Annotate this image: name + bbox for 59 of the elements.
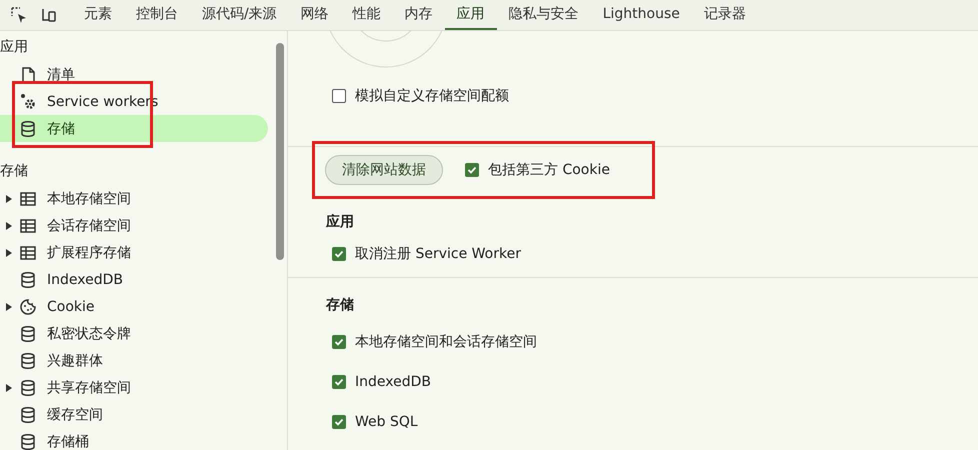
checkbox[interactable] bbox=[332, 415, 346, 429]
sidebar-item[interactable]: 缓存空间 bbox=[0, 401, 268, 428]
checkbox[interactable] bbox=[332, 335, 346, 349]
expand-arrow-icon[interactable] bbox=[5, 248, 13, 256]
checkbox[interactable] bbox=[332, 247, 346, 261]
database-icon bbox=[19, 352, 37, 370]
option-label: 本地存储空间和会话存储空间 bbox=[355, 333, 537, 351]
clear-site-data-button[interactable]: 清除网站数据 bbox=[325, 155, 443, 186]
panel-tab[interactable]: 内存 bbox=[392, 0, 445, 30]
expand-arrow-icon[interactable] bbox=[5, 222, 13, 230]
panel-tab[interactable]: 控制台 bbox=[124, 0, 190, 30]
option-label: 取消注册 Service Worker bbox=[355, 245, 521, 263]
option-label: IndexedDB bbox=[355, 374, 431, 390]
sidebar-item[interactable]: 会话存储空间 bbox=[0, 212, 268, 239]
panel-tab[interactable]: 记录器 bbox=[692, 0, 758, 30]
database-icon bbox=[19, 378, 37, 396]
sidebar-item[interactable]: 私密状态令牌 bbox=[0, 320, 268, 347]
section-title: 存储 bbox=[0, 162, 29, 181]
panel-tab[interactable]: 网络 bbox=[288, 0, 341, 30]
checkbox[interactable] bbox=[332, 89, 346, 103]
database-icon bbox=[19, 432, 37, 450]
table-icon bbox=[19, 216, 37, 234]
panel-tab[interactable]: Lighthouse bbox=[590, 0, 692, 30]
sidebar-item[interactable]: 存储 bbox=[0, 115, 268, 142]
sidebar-item[interactable]: 共享存储空间 bbox=[0, 374, 268, 401]
table-icon bbox=[19, 190, 37, 208]
sidebar-item[interactable]: 扩展程序存储 bbox=[0, 239, 268, 266]
scrollbar[interactable] bbox=[276, 43, 284, 260]
sidebar-item[interactable]: 存储桶 bbox=[0, 428, 268, 450]
inspect-icon[interactable] bbox=[10, 6, 28, 24]
database-icon bbox=[19, 270, 37, 288]
option-label: 包括第三方 Cookie bbox=[488, 161, 610, 180]
database-icon bbox=[19, 120, 37, 138]
device-toolbar-icon[interactable] bbox=[40, 6, 58, 24]
sidebar-item[interactable]: IndexedDB bbox=[0, 266, 268, 293]
expand-arrow-icon[interactable] bbox=[5, 194, 13, 202]
cookie-icon bbox=[19, 298, 37, 316]
sidebar-item[interactable]: 兴趣群体 bbox=[0, 347, 268, 374]
checkbox[interactable] bbox=[465, 163, 479, 178]
option-label: 模拟自定义存储空间配额 bbox=[355, 87, 509, 105]
option-label: Web SQL bbox=[355, 414, 418, 430]
section-title: 应用 bbox=[0, 38, 29, 57]
gear-icon bbox=[19, 92, 37, 110]
panel-tab[interactable]: 应用 bbox=[444, 0, 497, 30]
database-icon bbox=[19, 324, 37, 342]
expand-arrow-icon[interactable] bbox=[5, 384, 13, 392]
sidebar-item[interactable]: 清单 bbox=[0, 61, 268, 88]
expand-arrow-icon[interactable] bbox=[5, 302, 13, 310]
panel-tab[interactable]: 源代码/来源 bbox=[190, 0, 289, 30]
group-title: 应用 bbox=[324, 212, 355, 232]
table-icon bbox=[19, 244, 37, 262]
database-icon bbox=[19, 406, 37, 424]
sidebar-item[interactable]: Cookie bbox=[0, 293, 268, 320]
panel-tab[interactable]: 隐私与安全 bbox=[496, 0, 591, 30]
checkbox[interactable] bbox=[332, 375, 346, 389]
group-title: 存储 bbox=[324, 296, 355, 315]
sidebar-item[interactable]: 本地存储空间 bbox=[0, 185, 268, 212]
panel-tab[interactable]: 元素 bbox=[72, 0, 124, 30]
panel-tab[interactable]: 性能 bbox=[340, 0, 393, 30]
